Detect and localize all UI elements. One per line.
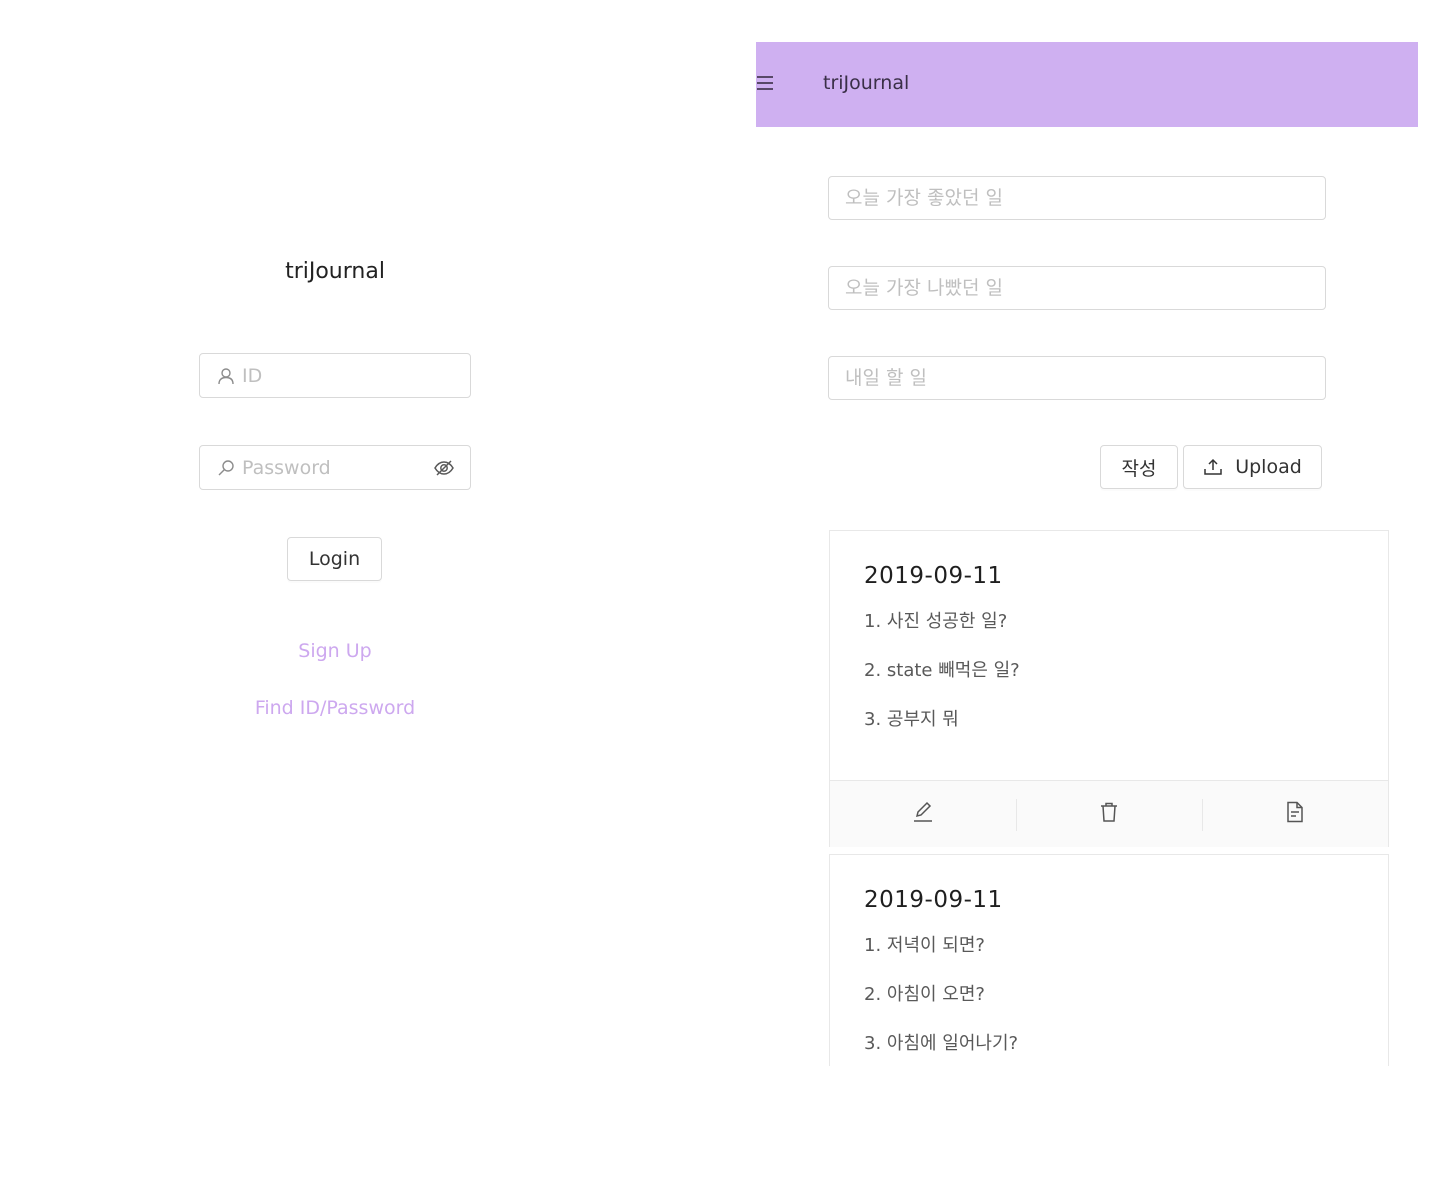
menu-icon[interactable] xyxy=(756,70,776,96)
edit-button[interactable] xyxy=(830,781,1016,847)
edit-icon xyxy=(912,801,934,827)
entry-line: 2. 아침이 오면? xyxy=(864,984,985,1005)
write-button[interactable]: 작성 xyxy=(1100,445,1178,489)
entry-line: 1. 저녁이 되면? xyxy=(864,935,985,956)
login-button[interactable]: Login xyxy=(287,537,382,581)
todo-field[interactable] xyxy=(828,356,1326,400)
eye-invisible-icon[interactable] xyxy=(432,456,456,480)
delete-button[interactable] xyxy=(1016,781,1202,847)
entry-line: 3. 아침에 일어나기? xyxy=(864,1033,1019,1054)
good-thing-input[interactable] xyxy=(829,187,1325,209)
password-input[interactable] xyxy=(242,456,432,479)
journal-entry-card: 2019-09-11 1. 저녁이 되면? 2. 아침이 오면? 3. 아침에 … xyxy=(829,854,1389,1066)
password-field[interactable] xyxy=(199,445,471,490)
entry-date: 2019-09-11 xyxy=(864,887,1003,913)
entry-line: 2. state 빼먹은 일? xyxy=(864,660,1020,681)
entry-line: 3. 공부지 뭐 xyxy=(864,709,959,730)
entry-line: 1. 사진 성공한 일? xyxy=(864,611,1008,632)
delete-icon xyxy=(1098,801,1120,827)
bad-thing-field[interactable] xyxy=(828,266,1326,310)
entry-list: 2019-09-11 1. 사진 성공한 일? 2. state 빼먹은 일? … xyxy=(829,530,1399,1066)
header-title: triJournal xyxy=(823,72,910,94)
bad-thing-input[interactable] xyxy=(829,277,1325,299)
detail-button[interactable] xyxy=(1202,781,1388,847)
id-input[interactable] xyxy=(242,364,470,387)
upload-label: Upload xyxy=(1235,456,1302,478)
id-field[interactable] xyxy=(199,353,471,398)
entry-date: 2019-09-11 xyxy=(864,563,1003,589)
journal-entry-card: 2019-09-11 1. 사진 성공한 일? 2. state 빼먹은 일? … xyxy=(829,530,1389,847)
upload-button[interactable]: Upload xyxy=(1183,445,1322,489)
signup-link[interactable]: Sign Up xyxy=(200,638,470,664)
user-icon xyxy=(216,366,236,386)
login-title: triJournal xyxy=(285,259,385,284)
todo-input[interactable] xyxy=(829,367,1325,389)
find-id-password-link[interactable]: Find ID/Password xyxy=(200,695,470,721)
search-icon xyxy=(216,458,236,478)
entry-actions xyxy=(830,780,1388,847)
upload-icon xyxy=(1203,457,1223,477)
good-thing-field[interactable] xyxy=(828,176,1326,220)
file-icon xyxy=(1284,801,1306,827)
